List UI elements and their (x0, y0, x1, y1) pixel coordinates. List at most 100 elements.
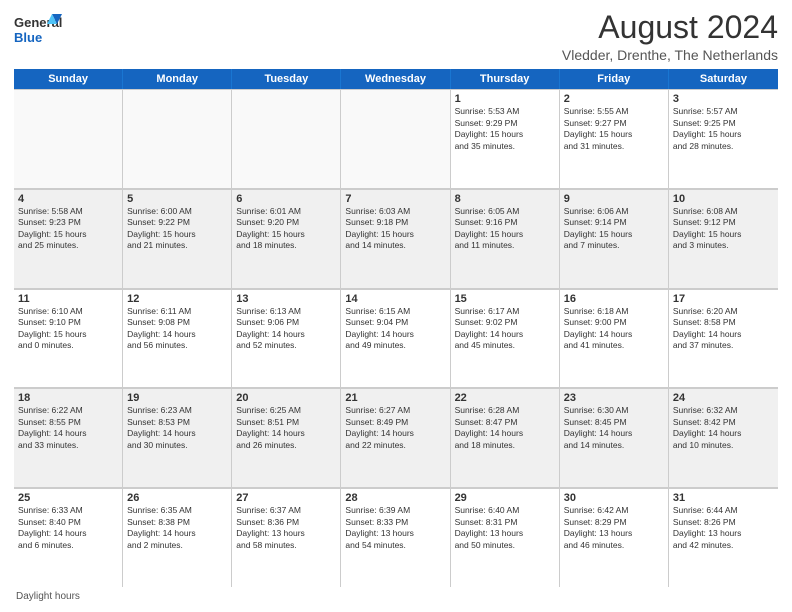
weekday-header: Monday (123, 69, 232, 89)
weekday-header: Wednesday (341, 69, 450, 89)
cell-info: Sunrise: 6:40 AM Sunset: 8:31 PM Dayligh… (455, 505, 555, 551)
weekday-header: Sunday (14, 69, 123, 89)
day-number: 6 (236, 193, 336, 205)
cell-info: Sunrise: 6:44 AM Sunset: 8:26 PM Dayligh… (673, 505, 774, 551)
day-number: 31 (673, 492, 774, 504)
day-number: 28 (345, 492, 445, 504)
header: General Blue August 2024 Vledder, Drenth… (14, 10, 778, 63)
day-number: 4 (18, 193, 118, 205)
cell-info: Sunrise: 6:03 AM Sunset: 9:18 PM Dayligh… (345, 206, 445, 252)
day-number: 8 (455, 193, 555, 205)
main-title: August 2024 (562, 10, 778, 45)
calendar-cell: 1Sunrise: 5:53 AM Sunset: 9:29 PM Daylig… (451, 89, 560, 188)
footer-note: Daylight hours (14, 591, 778, 602)
cell-info: Sunrise: 6:32 AM Sunset: 8:42 PM Dayligh… (673, 405, 774, 451)
cell-info: Sunrise: 6:11 AM Sunset: 9:08 PM Dayligh… (127, 306, 227, 352)
calendar-cell (123, 89, 232, 188)
day-number: 24 (673, 392, 774, 404)
calendar-cell: 2Sunrise: 5:55 AM Sunset: 9:27 PM Daylig… (560, 89, 669, 188)
cell-info: Sunrise: 6:37 AM Sunset: 8:36 PM Dayligh… (236, 505, 336, 551)
day-number: 13 (236, 293, 336, 305)
calendar-cell: 21Sunrise: 6:27 AM Sunset: 8:49 PM Dayli… (341, 388, 450, 487)
day-number: 12 (127, 293, 227, 305)
cell-info: Sunrise: 5:58 AM Sunset: 9:23 PM Dayligh… (18, 206, 118, 252)
calendar-cell: 5Sunrise: 6:00 AM Sunset: 9:22 PM Daylig… (123, 189, 232, 288)
cell-info: Sunrise: 6:10 AM Sunset: 9:10 PM Dayligh… (18, 306, 118, 352)
weekday-header: Friday (560, 69, 669, 89)
weekday-header: Tuesday (232, 69, 341, 89)
calendar-body: 1Sunrise: 5:53 AM Sunset: 9:29 PM Daylig… (14, 89, 778, 587)
calendar-cell: 28Sunrise: 6:39 AM Sunset: 8:33 PM Dayli… (341, 488, 450, 587)
cell-info: Sunrise: 6:13 AM Sunset: 9:06 PM Dayligh… (236, 306, 336, 352)
calendar-cell: 19Sunrise: 6:23 AM Sunset: 8:53 PM Dayli… (123, 388, 232, 487)
cell-info: Sunrise: 6:08 AM Sunset: 9:12 PM Dayligh… (673, 206, 774, 252)
calendar-cell: 9Sunrise: 6:06 AM Sunset: 9:14 PM Daylig… (560, 189, 669, 288)
day-number: 29 (455, 492, 555, 504)
cell-info: Sunrise: 6:28 AM Sunset: 8:47 PM Dayligh… (455, 405, 555, 451)
calendar-cell: 29Sunrise: 6:40 AM Sunset: 8:31 PM Dayli… (451, 488, 560, 587)
calendar-cell: 27Sunrise: 6:37 AM Sunset: 8:36 PM Dayli… (232, 488, 341, 587)
calendar-cell: 22Sunrise: 6:28 AM Sunset: 8:47 PM Dayli… (451, 388, 560, 487)
calendar-cell: 15Sunrise: 6:17 AM Sunset: 9:02 PM Dayli… (451, 289, 560, 388)
calendar-cell: 8Sunrise: 6:05 AM Sunset: 9:16 PM Daylig… (451, 189, 560, 288)
weekday-header: Saturday (669, 69, 778, 89)
cell-info: Sunrise: 5:57 AM Sunset: 9:25 PM Dayligh… (673, 106, 774, 152)
day-number: 22 (455, 392, 555, 404)
logo-area: General Blue (14, 10, 64, 48)
calendar-cell (232, 89, 341, 188)
day-number: 14 (345, 293, 445, 305)
calendar-cell: 23Sunrise: 6:30 AM Sunset: 8:45 PM Dayli… (560, 388, 669, 487)
cell-info: Sunrise: 5:53 AM Sunset: 9:29 PM Dayligh… (455, 106, 555, 152)
calendar-cell: 3Sunrise: 5:57 AM Sunset: 9:25 PM Daylig… (669, 89, 778, 188)
calendar-week-row: 1Sunrise: 5:53 AM Sunset: 9:29 PM Daylig… (14, 89, 778, 189)
cell-info: Sunrise: 6:18 AM Sunset: 9:00 PM Dayligh… (564, 306, 664, 352)
day-number: 18 (18, 392, 118, 404)
calendar-cell (341, 89, 450, 188)
calendar-cell: 6Sunrise: 6:01 AM Sunset: 9:20 PM Daylig… (232, 189, 341, 288)
calendar-cell: 31Sunrise: 6:44 AM Sunset: 8:26 PM Dayli… (669, 488, 778, 587)
day-number: 16 (564, 293, 664, 305)
day-number: 21 (345, 392, 445, 404)
calendar-cell: 14Sunrise: 6:15 AM Sunset: 9:04 PM Dayli… (341, 289, 450, 388)
svg-text:Blue: Blue (14, 30, 42, 45)
cell-info: Sunrise: 6:00 AM Sunset: 9:22 PM Dayligh… (127, 206, 227, 252)
cell-info: Sunrise: 6:23 AM Sunset: 8:53 PM Dayligh… (127, 405, 227, 451)
weekday-header: Thursday (451, 69, 560, 89)
cell-info: Sunrise: 6:06 AM Sunset: 9:14 PM Dayligh… (564, 206, 664, 252)
calendar-cell: 26Sunrise: 6:35 AM Sunset: 8:38 PM Dayli… (123, 488, 232, 587)
day-number: 26 (127, 492, 227, 504)
day-number: 9 (564, 193, 664, 205)
cell-info: Sunrise: 6:01 AM Sunset: 9:20 PM Dayligh… (236, 206, 336, 252)
day-number: 5 (127, 193, 227, 205)
day-number: 15 (455, 293, 555, 305)
day-number: 27 (236, 492, 336, 504)
cell-info: Sunrise: 6:39 AM Sunset: 8:33 PM Dayligh… (345, 505, 445, 551)
day-number: 2 (564, 93, 664, 105)
calendar-header: SundayMondayTuesdayWednesdayThursdayFrid… (14, 69, 778, 89)
cell-info: Sunrise: 6:22 AM Sunset: 8:55 PM Dayligh… (18, 405, 118, 451)
cell-info: Sunrise: 6:20 AM Sunset: 8:58 PM Dayligh… (673, 306, 774, 352)
day-number: 3 (673, 93, 774, 105)
calendar-cell: 13Sunrise: 6:13 AM Sunset: 9:06 PM Dayli… (232, 289, 341, 388)
calendar-cell: 7Sunrise: 6:03 AM Sunset: 9:18 PM Daylig… (341, 189, 450, 288)
day-number: 23 (564, 392, 664, 404)
cell-info: Sunrise: 5:55 AM Sunset: 9:27 PM Dayligh… (564, 106, 664, 152)
calendar-cell: 24Sunrise: 6:32 AM Sunset: 8:42 PM Dayli… (669, 388, 778, 487)
calendar-cell: 25Sunrise: 6:33 AM Sunset: 8:40 PM Dayli… (14, 488, 123, 587)
calendar-cell: 30Sunrise: 6:42 AM Sunset: 8:29 PM Dayli… (560, 488, 669, 587)
day-number: 30 (564, 492, 664, 504)
calendar-cell: 16Sunrise: 6:18 AM Sunset: 9:00 PM Dayli… (560, 289, 669, 388)
calendar-cell: 12Sunrise: 6:11 AM Sunset: 9:08 PM Dayli… (123, 289, 232, 388)
calendar-cell: 4Sunrise: 5:58 AM Sunset: 9:23 PM Daylig… (14, 189, 123, 288)
day-number: 1 (455, 93, 555, 105)
cell-info: Sunrise: 6:25 AM Sunset: 8:51 PM Dayligh… (236, 405, 336, 451)
cell-info: Sunrise: 6:42 AM Sunset: 8:29 PM Dayligh… (564, 505, 664, 551)
logo-icon: General Blue (14, 10, 64, 48)
cell-info: Sunrise: 6:35 AM Sunset: 8:38 PM Dayligh… (127, 505, 227, 551)
calendar-week-row: 11Sunrise: 6:10 AM Sunset: 9:10 PM Dayli… (14, 289, 778, 389)
calendar-cell: 20Sunrise: 6:25 AM Sunset: 8:51 PM Dayli… (232, 388, 341, 487)
calendar-week-row: 18Sunrise: 6:22 AM Sunset: 8:55 PM Dayli… (14, 388, 778, 488)
day-number: 17 (673, 293, 774, 305)
calendar-cell (14, 89, 123, 188)
calendar-week-row: 25Sunrise: 6:33 AM Sunset: 8:40 PM Dayli… (14, 488, 778, 587)
